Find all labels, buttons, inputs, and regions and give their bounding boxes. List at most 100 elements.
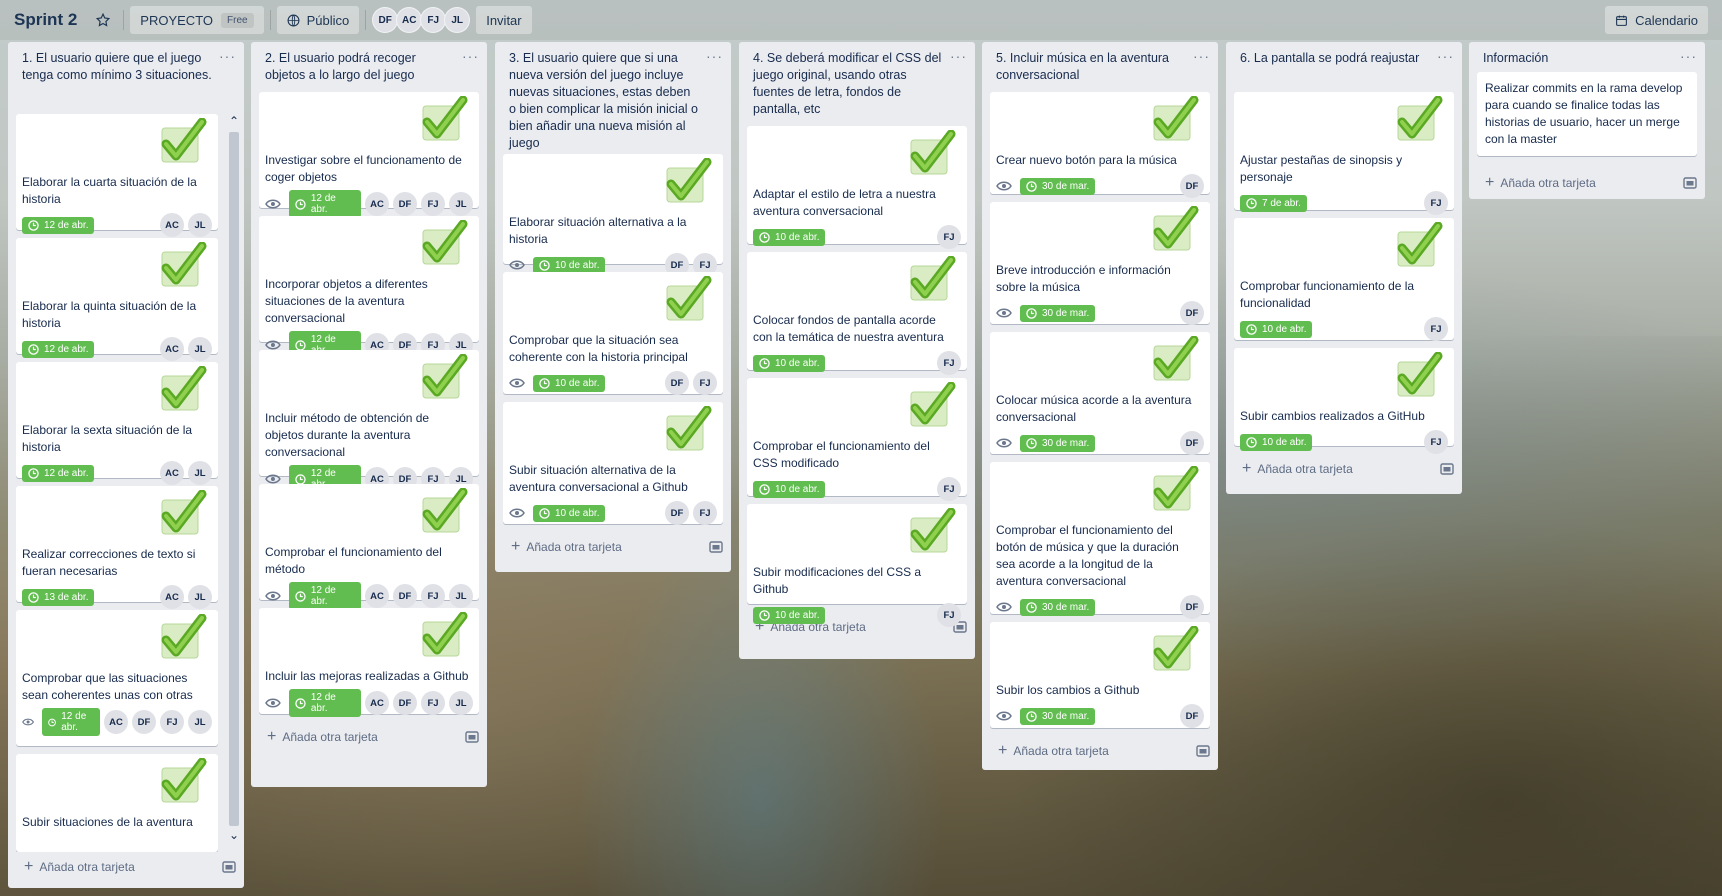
avatar[interactable]: FJ	[421, 584, 445, 608]
avatar[interactable]: FJ	[420, 7, 447, 33]
list-card[interactable]: Subir situaciones de la aventura	[16, 754, 218, 852]
due-date-badge[interactable]: 12 de abr.	[288, 689, 361, 717]
list-card[interactable]: Investigar sobre el funcionamento de cog…	[259, 92, 479, 218]
add-card-button[interactable]: + Añada otra tarjeta	[982, 736, 1218, 770]
scrollbar[interactable]: ⌃ ⌄	[226, 114, 242, 852]
avatar[interactable]: FJ	[937, 603, 961, 627]
avatar[interactable]: FJ	[421, 691, 445, 715]
avatar[interactable]: AC	[160, 337, 184, 361]
due-date-badge[interactable]: 10 de abr.	[533, 374, 606, 392]
due-date-badge[interactable]: 10 de abr.	[1240, 320, 1313, 338]
avatar[interactable]: JL	[449, 584, 473, 608]
avatar[interactable]: FJ	[421, 192, 445, 216]
due-date-badge[interactable]: 12 de abr.	[288, 190, 361, 218]
due-date-badge[interactable]: 10 de abr.	[753, 354, 826, 372]
list-header[interactable]: 2. El usuario podrá recoger objetos a lo…	[251, 42, 487, 92]
list-card[interactable]: Subir cambios realizados a GitHub 10 de a…	[1234, 348, 1454, 454]
avatar[interactable]: JL	[188, 585, 212, 609]
list-card[interactable]: Adaptar el estilo de letra a nuestra ave…	[747, 126, 967, 249]
due-date-badge[interactable]: 10 de abr.	[753, 606, 826, 624]
avatar[interactable]: AC	[365, 691, 389, 715]
due-date-badge[interactable]: 30 de mar.	[1020, 707, 1096, 725]
scroll-down-arrow[interactable]: ⌄	[226, 828, 242, 844]
list-title[interactable]: 6. La pantalla se podrá reajustar	[1240, 50, 1430, 67]
list-header[interactable]: 1. El usuario quiere que el juego tenga …	[8, 42, 244, 114]
list-title[interactable]: 2. El usuario podrá recoger objetos a lo…	[265, 50, 455, 84]
template-icon[interactable]	[1683, 177, 1697, 189]
due-date-badge[interactable]: 12 de abr.	[22, 340, 95, 358]
avatar[interactable]: AC	[104, 710, 128, 734]
list-card[interactable]: Comprobar el funcionamiento del método 12…	[259, 484, 479, 610]
list-card[interactable]: Incorporar objetos a diferentes situacio…	[259, 216, 479, 359]
list-card[interactable]: Comprobar que las situaciones sean coher…	[16, 610, 218, 746]
avatar[interactable]: JL	[188, 710, 212, 734]
avatar[interactable]: DF	[1180, 431, 1204, 455]
avatar[interactable]: FJ	[937, 225, 961, 249]
list-card[interactable]: Subir modificaciones del CSS a Github 10 …	[747, 504, 967, 627]
list-card[interactable]: Elaborar la quinta situación de la histo…	[16, 238, 218, 361]
info-card[interactable]: Realizar commits en la rama develop para…	[1477, 72, 1697, 156]
list-card[interactable]: Colocar fondos de pantalla acorde con la…	[747, 252, 967, 375]
due-date-badge[interactable]: 12 de abr.	[22, 216, 95, 234]
due-date-badge[interactable]: 7 de abr.	[1240, 194, 1307, 212]
board-title[interactable]: Sprint 2	[8, 6, 83, 34]
list-card[interactable]: Realizar correcciones de texto si fueran…	[16, 486, 218, 609]
list-card[interactable]: Colocar música acorde a la aventura conv…	[990, 332, 1210, 455]
avatar[interactable]: FJ	[937, 351, 961, 375]
list-card[interactable]: Incluir las mejoras realizadas a Github 1…	[259, 608, 479, 717]
invite-button[interactable]: Invitar	[476, 6, 532, 34]
avatar[interactable]: JL	[188, 461, 212, 485]
template-icon[interactable]	[222, 861, 236, 873]
list-card[interactable]: Breve introducción e información sobre l…	[990, 202, 1210, 325]
avatar[interactable]: FJ	[693, 371, 717, 395]
avatar[interactable]: DF	[665, 371, 689, 395]
add-card-button[interactable]: + Añada otra tarjeta	[1226, 454, 1462, 488]
avatar[interactable]: JL	[188, 213, 212, 237]
avatar[interactable]: DF	[393, 691, 417, 715]
due-date-badge[interactable]: 13 de abr.	[22, 588, 95, 606]
avatar[interactable]: FJ	[1424, 430, 1448, 454]
list-menu-icon[interactable]: ···	[1437, 49, 1454, 63]
list-menu-icon[interactable]: ···	[462, 49, 479, 63]
list-card[interactable]: Elaborar situación alternativa a la hist…	[503, 154, 723, 277]
list-menu-icon[interactable]: ···	[1193, 49, 1210, 63]
avatar[interactable]: FJ	[693, 501, 717, 525]
list-card[interactable]: Subir los cambios a Github 30 de mar. DF	[990, 622, 1210, 728]
visibility-button[interactable]: Público	[276, 6, 360, 34]
scroll-thumb[interactable]	[229, 132, 239, 826]
list-header[interactable]: 5. Incluir música en la aventura convers…	[982, 42, 1218, 92]
due-date-badge[interactable]: 30 de mar.	[1020, 304, 1096, 322]
list-card[interactable]: Comprobar que la situación sea coherente…	[503, 272, 723, 395]
list-header[interactable]: 3. El usuario quiere que si una nueva ve…	[495, 42, 731, 154]
due-date-badge[interactable]: 30 de mar.	[1020, 434, 1096, 452]
workspace-button[interactable]: PROYECTO Free	[130, 6, 264, 34]
list-card[interactable]: Comprobar el funcionamiento del CSS modi…	[747, 378, 967, 501]
avatar[interactable]: JL	[449, 691, 473, 715]
template-icon[interactable]	[709, 541, 723, 553]
avatar[interactable]: AC	[160, 461, 184, 485]
list-title[interactable]: 4. Se deberá modificar el CSS del juego …	[753, 50, 943, 118]
due-date-badge[interactable]: 10 de abr.	[533, 256, 606, 274]
list-menu-icon[interactable]: ···	[950, 49, 967, 63]
list-header[interactable]: 6. La pantalla se podrá reajustar ···	[1226, 42, 1462, 92]
list-menu-icon[interactable]: ···	[1680, 49, 1697, 63]
list-card[interactable]: Comprobar el funcionamiento del botón de…	[990, 462, 1210, 619]
avatar[interactable]: DF	[1180, 704, 1204, 728]
avatar[interactable]: AC	[365, 584, 389, 608]
avatar[interactable]: AC	[160, 585, 184, 609]
avatar[interactable]: DF	[372, 7, 399, 33]
add-card-button[interactable]: + Añada otra tarjeta	[251, 722, 487, 756]
list-title[interactable]: Información	[1483, 50, 1673, 67]
list-menu-icon[interactable]: ···	[706, 49, 723, 63]
due-date-badge[interactable]: 10 de abr.	[533, 504, 606, 522]
add-card-button[interactable]: + Añada otra tarjeta	[495, 532, 731, 566]
avatar[interactable]: AC	[365, 192, 389, 216]
avatar[interactable]: AC	[396, 7, 423, 33]
due-date-badge[interactable]: 10 de abr.	[753, 480, 826, 498]
avatar[interactable]: AC	[160, 213, 184, 237]
due-date-badge[interactable]: 12 de abr.	[22, 464, 95, 482]
list-title[interactable]: 5. Incluir música en la aventura convers…	[996, 50, 1186, 84]
list-card[interactable]: Elaborar la sexta situación de la histor…	[16, 362, 218, 485]
calendar-button[interactable]: Calendario	[1605, 6, 1708, 34]
list-card[interactable]: Subir situación alternativa de la aventu…	[503, 402, 723, 525]
